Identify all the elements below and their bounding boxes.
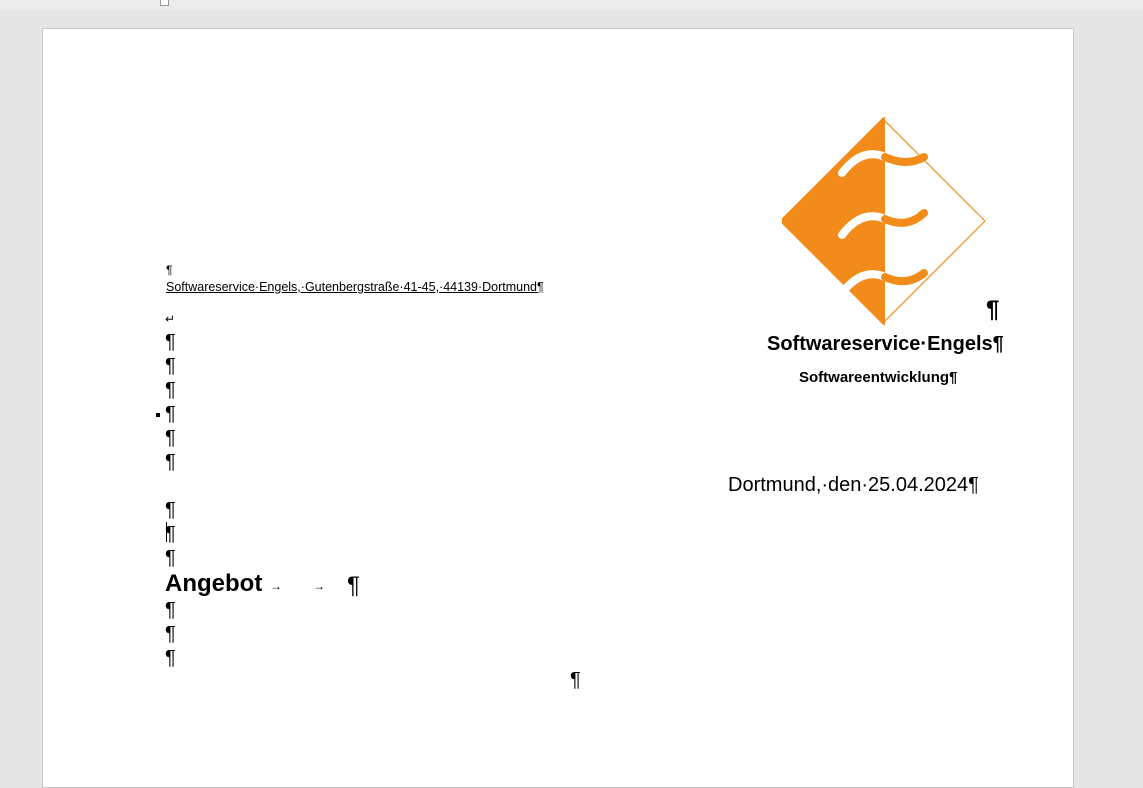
- empty-paragraph[interactable]: ¶: [165, 546, 176, 570]
- softwareservice-engels-logo-icon[interactable]: [782, 117, 992, 325]
- document-page[interactable]: ¶ Softwareservice·Engels,·Gutenbergstraß…: [42, 28, 1074, 788]
- empty-paragraph[interactable]: ¶: [165, 402, 176, 426]
- empty-paragraph[interactable]: ¶: [165, 450, 176, 474]
- empty-paragraph[interactable]: ¶: [165, 498, 176, 522]
- tab-marker: →: [270, 579, 282, 593]
- anchor-marker-icon: [160, 0, 169, 6]
- empty-paragraph[interactable]: ¶: [165, 378, 176, 402]
- empty-paragraph[interactable]: ¶: [165, 522, 176, 546]
- paragraph-mark[interactable]: ¶: [166, 263, 172, 277]
- ruler-strip: [0, 0, 1143, 10]
- tab-marker: →: [313, 579, 325, 593]
- date-line[interactable]: Dortmund,·den·25.04.2024¶: [728, 474, 979, 497]
- paragraph-format-marker: [156, 413, 160, 417]
- empty-paragraph[interactable]: ¶: [165, 354, 176, 378]
- empty-paragraph[interactable]: ¶: [165, 598, 176, 622]
- document-title[interactable]: Angebot: [165, 570, 262, 598]
- department-name[interactable]: Softwareentwicklung¶: [799, 369, 957, 386]
- empty-paragraph[interactable]: ¶: [165, 426, 176, 450]
- empty-paragraph[interactable]: ¶: [165, 622, 176, 646]
- company-name[interactable]: Softwareservice·Engels¶: [767, 333, 1004, 356]
- paragraph-mark[interactable]: ¶: [986, 296, 999, 324]
- centered-paragraph[interactable]: ¶: [570, 669, 581, 692]
- paragraph-mark[interactable]: ¶: [347, 572, 360, 600]
- sender-address-line[interactable]: Softwareservice·Engels,·Gutenbergstraße·…: [166, 280, 544, 294]
- empty-paragraph[interactable]: ¶: [165, 330, 176, 354]
- empty-paragraph[interactable]: ¶: [165, 646, 176, 670]
- line-break-mark[interactable]: ↵: [165, 312, 175, 326]
